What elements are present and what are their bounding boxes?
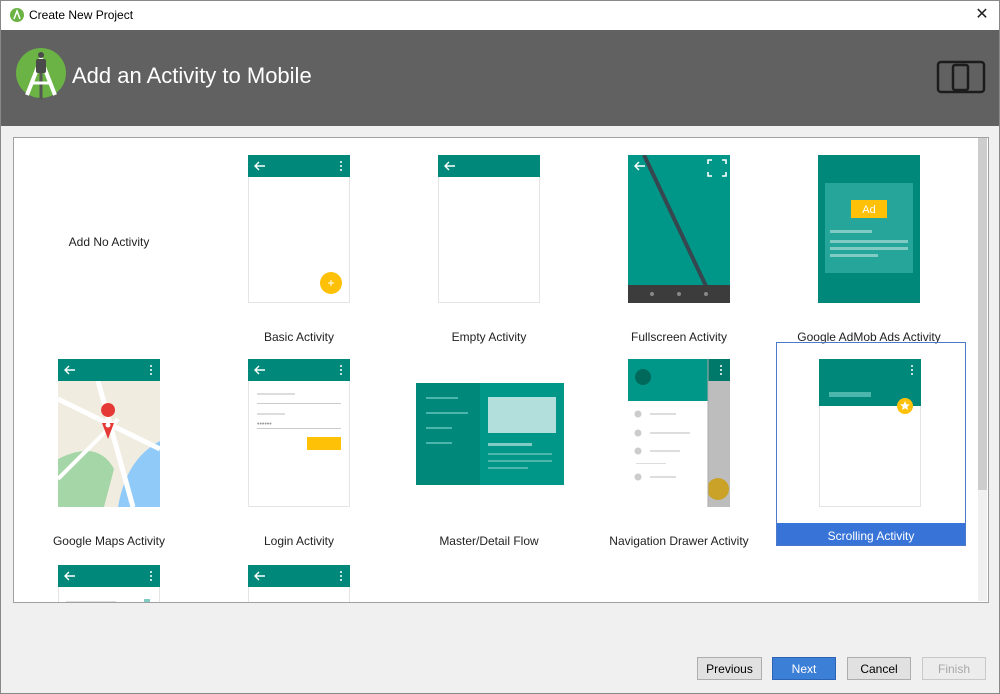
tile-login-activity[interactable]: •••••• Login Activity bbox=[204, 353, 394, 557]
android-studio-app-icon bbox=[10, 8, 24, 22]
tile-master-detail-flow[interactable]: Master/Detail Flow bbox=[394, 353, 584, 557]
admob-activity-thumbnail: Ad bbox=[818, 155, 920, 303]
tile-navigation-drawer-activity[interactable]: Navigation Drawer Activity bbox=[584, 353, 774, 557]
tile-label: Login Activity bbox=[263, 534, 335, 548]
partial-activity-thumbnail bbox=[248, 565, 350, 602]
login-activity-thumbnail: •••••• bbox=[248, 359, 350, 507]
next-button[interactable]: Next bbox=[772, 657, 836, 680]
tile-admob-activity[interactable]: Ad Google AdMob Ads Activity bbox=[774, 149, 964, 353]
tile-row3-item-1[interactable] bbox=[14, 557, 204, 602]
dialog-header: Add an Activity to Mobile bbox=[1, 30, 999, 126]
tile-label: Fullscreen Activity bbox=[630, 330, 728, 344]
nav-drawer-thumbnail bbox=[628, 359, 730, 507]
tile-label: Add No Activity bbox=[68, 235, 150, 249]
tile-add-no-activity[interactable]: Add No Activity bbox=[14, 149, 204, 353]
tile-label: Master/Detail Flow bbox=[439, 534, 539, 548]
tile-label: Empty Activity bbox=[451, 330, 527, 344]
window-title: Create New Project bbox=[29, 8, 134, 22]
tile-google-maps-activity[interactable]: Google Maps Activity bbox=[14, 353, 204, 557]
basic-activity-thumbnail bbox=[248, 155, 350, 303]
android-studio-icon bbox=[16, 48, 66, 99]
tile-fullscreen-activity[interactable]: Fullscreen Activity bbox=[584, 149, 774, 353]
ad-badge-text: Ad bbox=[862, 204, 875, 216]
tile-scrolling-activity[interactable]: Scrolling Activity bbox=[776, 342, 966, 546]
tile-label: Google Maps Activity bbox=[52, 534, 166, 548]
cancel-button[interactable]: Cancel bbox=[847, 657, 911, 680]
title-bar: Create New Project ✕ bbox=[1, 1, 999, 30]
empty-activity-thumbnail bbox=[438, 155, 540, 303]
create-project-dialog: Create New Project ✕ Add an Activity to … bbox=[0, 0, 1000, 694]
tile-empty-activity[interactable]: Empty Activity bbox=[394, 149, 584, 353]
master-detail-thumbnail bbox=[416, 383, 564, 485]
page-title: Add an Activity to Mobile bbox=[72, 63, 312, 88]
previous-button[interactable]: Previous bbox=[697, 657, 762, 680]
svg-text:••••••: •••••• bbox=[257, 421, 272, 428]
tile-label: Scrolling Activity bbox=[827, 529, 915, 543]
tile-row3-item-2[interactable] bbox=[204, 557, 394, 602]
scrollbar-thumb[interactable] bbox=[978, 138, 987, 490]
tile-basic-activity[interactable]: Basic Activity bbox=[204, 149, 394, 353]
close-button[interactable]: ✕ bbox=[965, 1, 999, 30]
maps-activity-thumbnail bbox=[58, 359, 160, 507]
tile-label: Basic Activity bbox=[263, 330, 335, 344]
fullscreen-activity-thumbnail bbox=[628, 155, 730, 303]
finish-button[interactable]: Finish bbox=[922, 657, 986, 680]
phone-tablet-icon bbox=[936, 60, 986, 94]
tile-label: Navigation Drawer Activity bbox=[609, 534, 749, 548]
gallery-scrollbar[interactable] bbox=[978, 138, 987, 601]
activity-gallery: Add No Activity Basic Activity Empty Act… bbox=[13, 137, 989, 603]
scrolling-activity-thumbnail bbox=[819, 359, 921, 507]
partial-activity-thumbnail bbox=[58, 565, 160, 602]
